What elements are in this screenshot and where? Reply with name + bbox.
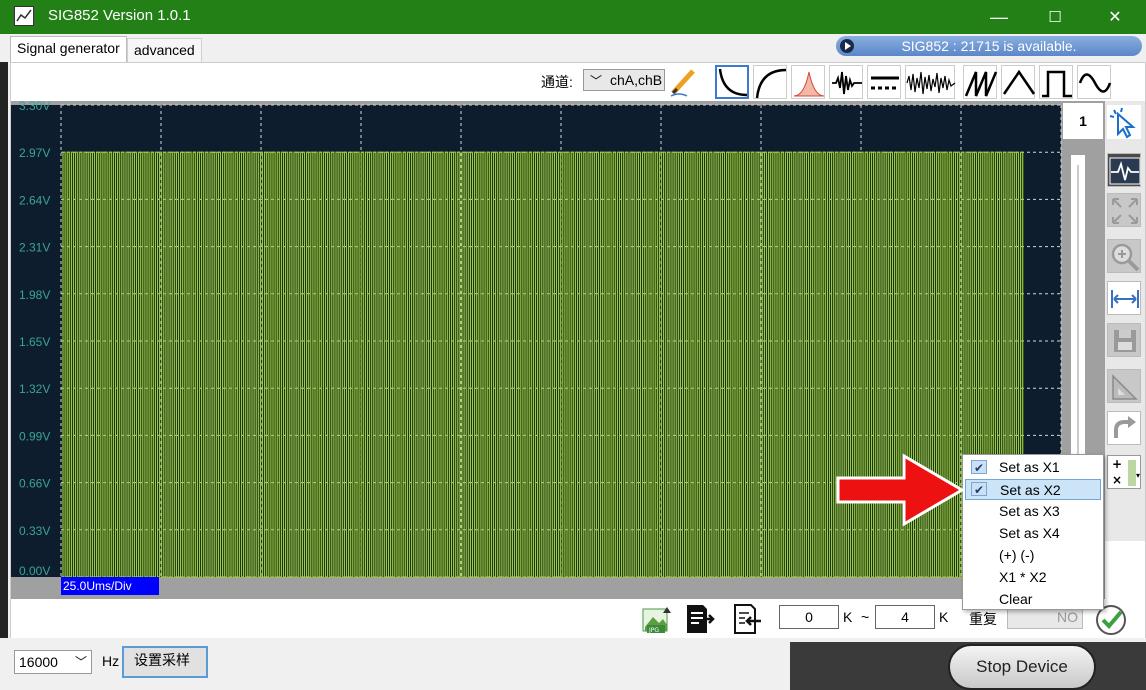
plot-tool-sidebar: + × ▾	[1105, 101, 1145, 541]
zoom-in-icon[interactable]	[1107, 239, 1141, 273]
sample-rate-select[interactable]: 16000 ﹀	[14, 650, 92, 674]
sine-icon[interactable]	[1077, 65, 1112, 99]
y-tick-label: 0.00V	[19, 564, 50, 578]
exp-decay-icon[interactable]	[715, 65, 749, 99]
app-logo-icon	[14, 6, 34, 26]
check-icon: ✔	[971, 482, 987, 497]
redo-arrow-icon[interactable]	[1107, 411, 1141, 445]
square-icon[interactable]	[1039, 65, 1073, 99]
y-tick-label: 1.65V	[19, 335, 50, 349]
svg-text:▾: ▾	[1136, 471, 1140, 480]
svg-text:×: ×	[1112, 473, 1122, 487]
set-sample-button[interactable]: 设置采样	[122, 646, 208, 678]
tab-signal-generator[interactable]: Signal generator	[10, 36, 127, 62]
range-start-unit: K	[843, 609, 853, 625]
minimize-button[interactable]: —	[972, 0, 1026, 34]
y-tick-label: 2.97V	[19, 146, 50, 160]
exp-rise-icon[interactable]	[753, 65, 787, 99]
device-status-banner: SIG852 : 21715 is available.	[836, 36, 1142, 56]
y-tick-label: 1.98V	[19, 288, 50, 302]
save-disk-icon[interactable]	[1107, 323, 1141, 357]
menu-item-set-x1[interactable]: ✔ Set as X1	[965, 457, 1101, 478]
pen-edit-icon[interactable]	[667, 65, 701, 99]
desktop-edge	[0, 0, 8, 690]
channel-select-value: chA,chB	[610, 72, 663, 88]
menu-item-plus-minus[interactable]: (+) (-)	[965, 545, 1101, 566]
close-button[interactable]: ✕	[1088, 0, 1142, 34]
chevron-down-icon: ﹀	[74, 655, 87, 669]
triangle-icon[interactable]	[1001, 65, 1036, 99]
title-bar: SIG852 Version 1.0.1 — ☐ ✕	[0, 0, 1146, 34]
range-end-input[interactable]: 4	[875, 605, 935, 629]
channel-select[interactable]: ﹀ chA,chB	[583, 69, 665, 91]
red-arrow-icon	[836, 452, 966, 528]
range-tilde: ~	[861, 609, 870, 625]
export-document-icon[interactable]	[683, 603, 715, 635]
white-noise-icon[interactable]	[905, 65, 956, 99]
y-tick-label: 0.66V	[19, 477, 50, 491]
chevron-down-icon: ﹀	[590, 74, 603, 88]
import-document-icon[interactable]	[731, 603, 763, 635]
time-div-label: 25.0Ums/Div	[63, 579, 132, 593]
svg-text:JPG: JPG	[648, 627, 659, 634]
stop-device-button[interactable]: Stop Device	[948, 644, 1096, 690]
y-tick-label: 0.33V	[19, 524, 50, 538]
y-tick-label: 1.32V	[19, 382, 50, 396]
window-title: SIG852 Version 1.0.1	[48, 7, 191, 24]
sawtooth-icon[interactable]	[963, 65, 998, 99]
noise-burst-icon[interactable]	[829, 65, 863, 99]
menu-item-set-x3[interactable]: Set as X3	[965, 501, 1101, 522]
svg-text:+: +	[1112, 457, 1122, 471]
maximize-button[interactable]: ☐	[1028, 0, 1082, 34]
y-tick-label: 0.99V	[19, 429, 50, 443]
play-icon	[840, 39, 854, 53]
y-tick-label: 2.31V	[19, 241, 50, 255]
range-end-unit: K	[939, 609, 949, 625]
waveform-toolbar: 通道: ﹀ chA,chB	[11, 63, 1145, 101]
menu-item-label: Set as X1	[999, 459, 1060, 475]
app-window: SIG852 Version 1.0.1 — ☐ ✕ Signal genera…	[0, 0, 1146, 690]
repeat-label: 重复	[969, 611, 997, 627]
menu-item-set-x2[interactable]: ✔ Set as X2	[965, 479, 1101, 500]
dc-dash-icon[interactable]	[867, 65, 901, 99]
menu-item-clear[interactable]: Clear	[965, 589, 1101, 610]
channel-label: 通道:	[541, 74, 573, 90]
ruler-triangle-icon[interactable]	[1107, 369, 1141, 403]
sample-rate-value: 16000	[19, 654, 58, 670]
y-tick-label: 3.30V	[19, 101, 50, 113]
menu-item-set-x4[interactable]: Set as X4	[965, 523, 1101, 544]
footer-bar: 16000 ﹀ Hz 设置采样 Stop Device	[0, 638, 1146, 690]
tab-advanced[interactable]: advanced	[127, 38, 202, 62]
cursor-context-menu: ✔ Set as X1 ✔ Set as X2 Set as X3 Set as…	[962, 454, 1104, 610]
check-icon: ✔	[971, 460, 987, 475]
export-jpg-icon[interactable]: JPG	[641, 603, 673, 635]
menu-item-x1-times-x2[interactable]: X1 * X2	[965, 567, 1101, 588]
sample-rate-unit: Hz	[102, 653, 120, 669]
horizontal-measure-icon[interactable]	[1107, 281, 1141, 315]
fit-expand-icon[interactable]	[1107, 193, 1141, 227]
waveform-display-icon[interactable]	[1107, 153, 1141, 187]
pointer-select-icon[interactable]	[1107, 105, 1141, 139]
math-cursor-icon[interactable]: + × ▾	[1107, 455, 1141, 489]
range-start-input[interactable]: 0	[779, 605, 839, 629]
menu-item-label: Set as X2	[1000, 482, 1061, 498]
page-number: 1	[1063, 103, 1103, 139]
gaussian-icon[interactable]	[791, 65, 825, 99]
y-tick-label: 2.64V	[19, 193, 50, 207]
device-status-text: SIG852 : 21715 is available.	[901, 38, 1077, 54]
